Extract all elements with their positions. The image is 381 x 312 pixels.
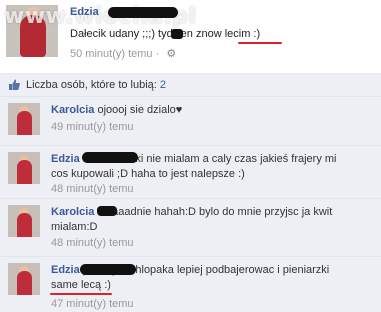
red-underline — [50, 293, 112, 295]
post-text-tail: tydzien znow — [158, 28, 225, 40]
avatar-figure — [17, 213, 32, 237]
comment-timestamp[interactable]: 48 minut(y) temu — [51, 237, 134, 249]
redaction-bar — [97, 206, 117, 216]
comment-author[interactable]: Karolcia — [51, 206, 94, 218]
comment-avatar[interactable] — [8, 152, 40, 184]
comment-text: ojoooj sie dzialo♥ — [97, 104, 183, 116]
comment-item: Karolcia ojoooj sie dzialo♥ 49 minut(y) … — [0, 96, 381, 145]
comment-timestamp[interactable]: 49 minut(y) temu — [51, 121, 134, 133]
likes-count[interactable]: 2 — [160, 79, 166, 91]
comment-avatar[interactable] — [8, 263, 40, 295]
post-author-name[interactable]: Edzia — [70, 6, 99, 18]
likes-bar: Liczba osób, które to lubią: 2 — [0, 73, 381, 96]
comment-text-emph: pieniarzki — [282, 264, 330, 276]
comment-timestamp[interactable]: 48 minut(y) temu — [51, 183, 134, 195]
thumbs-up-icon — [8, 78, 21, 91]
comment-timestamp[interactable]: 47 minut(y) temu — [51, 298, 134, 310]
avatar-figure — [17, 160, 32, 184]
comment-author[interactable]: Edzia — [51, 153, 80, 165]
comment-item: Karolcia to laaadnie hahah:D bylo do mni… — [0, 198, 381, 256]
redaction-bar — [80, 264, 136, 275]
comment-body: Karolcia ojoooj sie dzialo♥ — [51, 103, 371, 118]
redaction-bar — [171, 29, 183, 39]
avatar-figure — [17, 111, 32, 135]
avatar-figure — [17, 271, 32, 295]
post-text: Dałecik udany ;;;) tydzien znow lecim :) — [70, 28, 260, 40]
likes-label-text: Liczba osób, które to lubią: — [26, 79, 160, 91]
comment-text-b: same lecą :) — [51, 279, 111, 291]
status-post: www.wiocha.pl Edzia Dałecik udany ;;;) t… — [0, 0, 381, 68]
comment-author[interactable]: Karolcia — [51, 104, 94, 116]
red-underline — [238, 42, 282, 44]
comment-item: Edzia po co jak chlopaka lepiej podbajer… — [0, 256, 381, 312]
post-text-start: Dałecik udany ;;;) — [70, 28, 159, 40]
gear-icon[interactable]: ⚙ — [166, 48, 176, 60]
comment-avatar[interactable] — [8, 103, 40, 135]
comment-text: to laaadnie hahah:D bylo do mnie przyjsc… — [51, 206, 333, 233]
post-text-emph: lecim — [224, 28, 251, 40]
comment-item: Edzia hah zlotówki nie mialam a caly cza… — [0, 145, 381, 198]
likes-label[interactable]: Liczba osób, które to lubią: 2 — [26, 79, 166, 91]
post-meta: 50 minut(y) temu · ⚙ — [70, 47, 176, 60]
redaction-bar — [82, 152, 138, 163]
post-text-end: :) — [250, 28, 261, 40]
comment-avatar[interactable] — [8, 205, 40, 237]
redaction-bar — [108, 7, 178, 18]
comment-body: Karolcia to laaadnie hahah:D bylo do mni… — [51, 205, 351, 235]
meta-separator: · — [155, 48, 160, 60]
post-timestamp[interactable]: 50 minut(y) temu — [70, 48, 153, 60]
comment-author[interactable]: Edzia — [51, 264, 80, 276]
